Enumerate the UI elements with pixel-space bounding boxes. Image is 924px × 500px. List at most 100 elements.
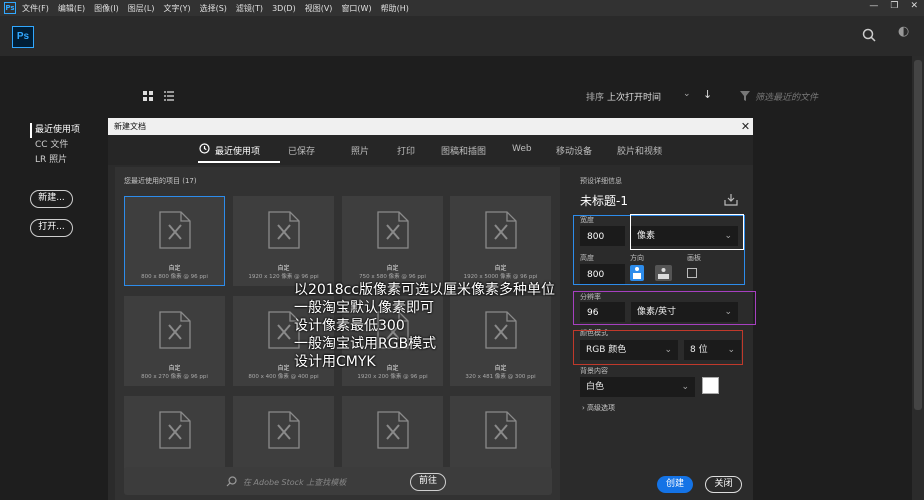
menu-file[interactable]: 文件(F) bbox=[22, 3, 49, 14]
minimize-button[interactable]: — bbox=[869, 1, 878, 11]
tab-saved[interactable]: 已保存 bbox=[288, 144, 315, 157]
document-icon bbox=[485, 411, 517, 449]
stock-go-button[interactable]: 前往 bbox=[410, 473, 446, 491]
card-name: 自定 bbox=[168, 265, 181, 272]
document-name-field[interactable]: 未标题-1 bbox=[580, 192, 628, 209]
menu-filter[interactable]: 滤镜(T) bbox=[236, 3, 263, 14]
recent-item-card[interactable]: 自定 800 x 270 像素 @ 96 ppi bbox=[124, 296, 225, 386]
grid-view-icon[interactable] bbox=[143, 91, 153, 101]
menu-3d[interactable]: 3D(D) bbox=[272, 4, 296, 13]
dialog-title: 新建文档 bbox=[108, 118, 753, 135]
card-name: 自定 bbox=[168, 365, 181, 372]
background-color-swatch[interactable] bbox=[702, 377, 719, 394]
width-input[interactable]: 800 bbox=[580, 226, 625, 246]
new-button[interactable]: 新建... bbox=[30, 190, 73, 208]
bit-depth-dropdown[interactable]: 8 位 ⌄ bbox=[684, 340, 741, 360]
sort-label: 排序 bbox=[586, 93, 605, 103]
menu-type[interactable]: 文字(Y) bbox=[163, 3, 190, 14]
preset-section-label: 预设详细信息 bbox=[580, 177, 622, 185]
stock-search-input[interactable]: 在 Adobe Stock 上查找模板 bbox=[243, 477, 346, 488]
list-view-icon[interactable] bbox=[164, 91, 174, 101]
chevron-down-icon: ⌄ bbox=[681, 382, 689, 392]
active-tab-indicator bbox=[198, 161, 280, 163]
menu-image[interactable]: 图像(I) bbox=[94, 3, 119, 14]
width-unit-value: 像素 bbox=[637, 231, 656, 241]
document-icon bbox=[159, 411, 191, 449]
menu-layer[interactable]: 图层(L) bbox=[128, 3, 155, 14]
tab-photo[interactable]: 照片 bbox=[351, 144, 369, 157]
ps-logo[interactable]: Ps bbox=[12, 26, 34, 48]
menu-window[interactable]: 窗口(W) bbox=[341, 3, 371, 14]
search-icon bbox=[226, 476, 237, 487]
filter-placeholder: 筛选最近的文件 bbox=[755, 92, 819, 103]
resolution-unit-value: 像素/英寸 bbox=[637, 307, 677, 317]
menu-help[interactable]: 帮助(H) bbox=[381, 3, 409, 14]
recent-item-card[interactable]: 自定 800 x 800 像素 @ 96 ppi bbox=[124, 196, 225, 286]
restore-button[interactable]: ❐ bbox=[890, 1, 898, 11]
card-size: 1920 x 120 像素 @ 96 ppi bbox=[248, 274, 319, 280]
document-icon bbox=[377, 211, 409, 249]
tab-film-video[interactable]: 胶片和视频 bbox=[617, 144, 662, 157]
color-mode-dropdown[interactable]: RGB 颜色 ⌄ bbox=[580, 340, 678, 360]
tab-print[interactable]: 打印 bbox=[397, 144, 415, 157]
color-mode-value: RGB 颜色 bbox=[586, 345, 627, 355]
user-menu-icon[interactable]: ◐ bbox=[898, 24, 909, 39]
annotation-line: 以2018cc版像素可选以厘米像素多种单位 bbox=[294, 282, 556, 298]
document-icon bbox=[377, 411, 409, 449]
document-icon bbox=[485, 211, 517, 249]
nav-cc-files[interactable]: CC 文件 bbox=[30, 138, 100, 153]
open-button[interactable]: 打开... bbox=[30, 219, 73, 237]
menu-edit[interactable]: 编辑(E) bbox=[58, 3, 85, 14]
background-dropdown[interactable]: 白色 ⌄ bbox=[580, 377, 695, 397]
landscape-orientation-icon[interactable] bbox=[655, 265, 672, 281]
chevron-down-icon: ⌄ bbox=[727, 345, 735, 355]
card-size: 1920 x 5000 像素 @ 96 ppi bbox=[463, 274, 538, 280]
menu-bar: Ps 文件(F) 编辑(E) 图像(I) 图层(L) 文字(Y) 选择(S) 滤… bbox=[0, 0, 924, 16]
menu-view[interactable]: 视图(V) bbox=[305, 3, 333, 14]
card-name: 自定 bbox=[277, 265, 290, 272]
resolution-input[interactable]: 96 bbox=[580, 302, 625, 322]
menu-select[interactable]: 选择(S) bbox=[200, 3, 227, 14]
document-icon bbox=[159, 211, 191, 249]
create-button[interactable]: 创建 bbox=[657, 476, 693, 493]
recent-item-card[interactable]: 自定 750 x 580 像素 @ 96 ppi bbox=[342, 196, 443, 286]
sort-direction-icon[interactable]: ↓ bbox=[703, 88, 712, 101]
filter-icon bbox=[740, 91, 750, 101]
chevron-down-icon[interactable]: ⌄ bbox=[683, 89, 691, 99]
ps-mini-logo: Ps bbox=[4, 2, 16, 14]
recent-item-card[interactable]: 自定 1920 x 5000 像素 @ 96 ppi bbox=[450, 196, 551, 286]
orientation-label: 方向 bbox=[630, 254, 644, 262]
filter-input[interactable]: 筛选最近的文件 bbox=[740, 88, 900, 104]
card-size: 1920 x 200 像素 @ 96 ppi bbox=[357, 374, 428, 380]
card-size: 800 x 270 像素 @ 96 ppi bbox=[141, 374, 208, 380]
nav-lr-photos[interactable]: LR 照片 bbox=[30, 153, 100, 168]
scrollbar-thumb[interactable] bbox=[914, 60, 922, 410]
portrait-orientation-icon[interactable] bbox=[630, 265, 644, 281]
resolution-unit-dropdown[interactable]: 像素/英寸 ⌄ bbox=[631, 302, 738, 322]
search-icon[interactable] bbox=[862, 28, 876, 42]
tab-recent[interactable]: 最近使用项 bbox=[215, 144, 260, 157]
height-input[interactable]: 800 bbox=[580, 264, 625, 284]
annotation-line: 一般淘宝试用RGB模式 bbox=[294, 336, 437, 352]
tab-web[interactable]: Web bbox=[512, 144, 532, 154]
dialog-close-icon[interactable]: ✕ bbox=[738, 118, 753, 135]
width-label: 宽度 bbox=[580, 216, 594, 224]
card-size: 320 x 481 像素 @ 300 ppi bbox=[465, 374, 536, 380]
advanced-options-toggle[interactable]: › 高级选项 bbox=[582, 403, 615, 413]
resolution-label: 分辨率 bbox=[580, 293, 601, 301]
chevron-down-icon: ⌄ bbox=[724, 231, 732, 241]
nav-recent[interactable]: 最近使用项 bbox=[30, 123, 100, 138]
close-button[interactable]: 关闭 bbox=[705, 476, 742, 493]
width-unit-dropdown[interactable]: 像素 ⌄ bbox=[631, 226, 738, 246]
save-preset-icon[interactable] bbox=[724, 193, 738, 206]
close-window-button[interactable]: ✕ bbox=[910, 1, 918, 11]
recent-item-card[interactable]: 自定 1920 x 120 像素 @ 96 ppi bbox=[233, 196, 334, 286]
card-size: 750 x 580 像素 @ 96 ppi bbox=[359, 274, 426, 280]
tab-mobile[interactable]: 移动设备 bbox=[556, 144, 592, 157]
bit-depth-value: 8 位 bbox=[690, 345, 708, 355]
artboard-checkbox[interactable] bbox=[687, 268, 697, 278]
annotation-line: 设计像素最低300 bbox=[294, 318, 405, 334]
tab-art-illustration[interactable]: 图稿和插图 bbox=[441, 144, 486, 157]
sort-dropdown[interactable]: 上次打开时间 bbox=[607, 90, 661, 103]
color-mode-label: 颜色模式 bbox=[580, 329, 608, 337]
